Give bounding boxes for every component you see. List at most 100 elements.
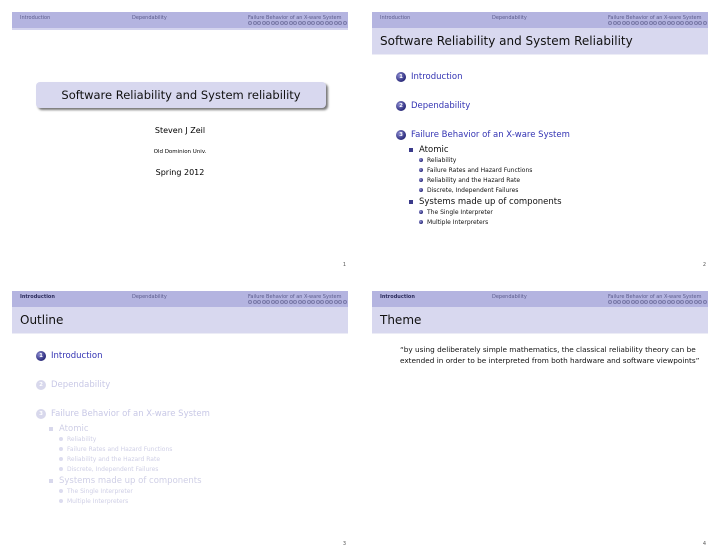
frame-dot-icon[interactable] (252, 21, 257, 25)
frame-dot-icon[interactable] (315, 300, 320, 304)
frame-dot-icon[interactable] (320, 300, 324, 304)
frame-dot-icon[interactable] (302, 21, 306, 25)
frame-dot-icon[interactable] (270, 300, 275, 304)
nav-frame-dots[interactable] (608, 300, 707, 304)
toc-subsubsection-label[interactable]: Discrete, Independent Failures (427, 187, 518, 194)
nav-section-dependability[interactable]: Dependability (132, 294, 167, 300)
frame-dot-icon[interactable] (693, 300, 698, 304)
frame-dot-icon[interactable] (320, 21, 324, 25)
toc-subsubsection-label[interactable]: Reliability (67, 436, 96, 443)
frame-dot-icon[interactable] (630, 21, 635, 25)
toc-subsubsection[interactable]: Discrete, Independent Failures (59, 464, 223, 474)
nav-section-introduction[interactable]: Introduction (380, 294, 415, 300)
frame-dot-icon[interactable] (644, 300, 648, 304)
frame-dot-icon[interactable] (333, 300, 338, 304)
frame-dot-icon[interactable] (653, 300, 657, 304)
frame-dot-icon[interactable] (626, 300, 630, 304)
nav-section-dependability[interactable]: Dependability (132, 15, 167, 21)
toc-section-label[interactable]: Failure Behavior of an X-ware System (411, 130, 570, 140)
frame-dot-icon[interactable] (612, 300, 617, 304)
frame-dot-icon[interactable] (702, 300, 707, 304)
frame-dot-icon[interactable] (306, 21, 311, 25)
toc-subsubsection[interactable]: Reliability and the Hazard Rate (419, 175, 583, 185)
frame-dot-icon[interactable] (621, 21, 626, 25)
frame-dot-icon[interactable] (302, 300, 306, 304)
frame-dot-icon[interactable] (342, 21, 347, 25)
frame-dot-icon[interactable] (266, 300, 270, 304)
frame-dot-icon[interactable] (680, 21, 684, 25)
frame-dot-icon[interactable] (657, 21, 662, 25)
toc-subsubsection[interactable]: Multiple Interpreters (59, 496, 223, 506)
frame-dot-icon[interactable] (666, 300, 671, 304)
frame-dot-icon[interactable] (666, 21, 671, 25)
frame-dot-icon[interactable] (248, 300, 252, 304)
toc-subsubsection-label[interactable]: Reliability and the Hazard Rate (67, 456, 160, 463)
toc-subsubsection-label[interactable]: Failure Rates and Hazard Functions (427, 167, 532, 174)
frame-dot-icon[interactable] (684, 300, 689, 304)
frame-dot-icon[interactable] (626, 21, 630, 25)
frame-dot-icon[interactable] (284, 21, 288, 25)
toc-section[interactable]: 2 Dependability (36, 378, 210, 392)
toc-subsection-label[interactable]: Systems made up of components (419, 197, 562, 207)
frame-dot-icon[interactable] (257, 300, 261, 304)
toc-section[interactable]: 3 Failure Behavior of an X-ware System (396, 128, 570, 142)
frame-dot-icon[interactable] (293, 21, 297, 25)
toc-subsection[interactable]: Systems made up of components (409, 197, 583, 207)
frame-dot-icon[interactable] (297, 21, 302, 25)
frame-dot-icon[interactable] (324, 300, 329, 304)
frame-dot-icon[interactable] (342, 300, 347, 304)
frame-dot-icon[interactable] (248, 21, 252, 25)
frame-dot-icon[interactable] (689, 300, 693, 304)
toc-section[interactable]: 1 Introduction (396, 70, 570, 84)
frame-dot-icon[interactable] (680, 300, 684, 304)
frame-dot-icon[interactable] (338, 300, 342, 304)
toc-subsubsection-label[interactable]: The Single Interpreter (67, 488, 133, 495)
frame-dot-icon[interactable] (639, 300, 644, 304)
frame-dot-icon[interactable] (621, 300, 626, 304)
toc-section[interactable]: 3 Failure Behavior of an X-ware System (36, 407, 210, 421)
frame-dot-icon[interactable] (266, 21, 270, 25)
frame-dot-icon[interactable] (297, 300, 302, 304)
toc-subsubsection[interactable]: Discrete, Independent Failures (419, 185, 583, 195)
frame-dot-icon[interactable] (270, 21, 275, 25)
toc-section[interactable]: 2 Dependability (396, 99, 570, 113)
frame-dot-icon[interactable] (671, 300, 675, 304)
nav-section-introduction[interactable]: Introduction (20, 294, 55, 300)
toc-section-label[interactable]: Dependability (411, 101, 470, 111)
frame-dot-icon[interactable] (333, 21, 338, 25)
toc-subsubsection[interactable]: Reliability (419, 155, 583, 165)
toc-subsubsection-label[interactable]: Reliability and the Hazard Rate (427, 177, 520, 184)
frame-dot-icon[interactable] (662, 21, 666, 25)
frame-dot-icon[interactable] (684, 21, 689, 25)
toc-subsection-label[interactable]: Atomic (419, 145, 449, 155)
frame-dot-icon[interactable] (617, 21, 621, 25)
frame-dot-icon[interactable] (279, 21, 284, 25)
frame-dot-icon[interactable] (653, 21, 657, 25)
frame-dot-icon[interactable] (293, 300, 297, 304)
frame-dot-icon[interactable] (648, 300, 653, 304)
frame-dot-icon[interactable] (635, 21, 639, 25)
toc-subsubsection[interactable]: The Single Interpreter (419, 207, 583, 217)
toc-subsection-label[interactable]: Atomic (59, 424, 89, 434)
frame-dot-icon[interactable] (329, 300, 333, 304)
nav-section-introduction[interactable]: Introduction (380, 15, 410, 21)
toc-subsubsection-label[interactable]: Reliability (427, 157, 456, 164)
toc-subsection-label[interactable]: Systems made up of components (59, 476, 202, 486)
nav-section-introduction[interactable]: Introduction (20, 15, 50, 21)
frame-dot-icon[interactable] (612, 21, 617, 25)
frame-dot-icon[interactable] (608, 300, 612, 304)
frame-dot-icon[interactable] (662, 300, 666, 304)
toc-subsubsection[interactable]: The Single Interpreter (59, 486, 223, 496)
frame-dot-icon[interactable] (306, 300, 311, 304)
frame-dot-icon[interactable] (648, 21, 653, 25)
frame-dot-icon[interactable] (635, 300, 639, 304)
frame-dot-icon[interactable] (311, 21, 315, 25)
frame-dot-icon[interactable] (693, 21, 698, 25)
frame-dot-icon[interactable] (284, 300, 288, 304)
frame-dot-icon[interactable] (324, 21, 329, 25)
toc-subsubsection[interactable]: Multiple Interpreters (419, 217, 583, 227)
frame-dot-icon[interactable] (689, 21, 693, 25)
frame-dot-icon[interactable] (657, 300, 662, 304)
frame-dot-icon[interactable] (315, 21, 320, 25)
frame-dot-icon[interactable] (639, 21, 644, 25)
